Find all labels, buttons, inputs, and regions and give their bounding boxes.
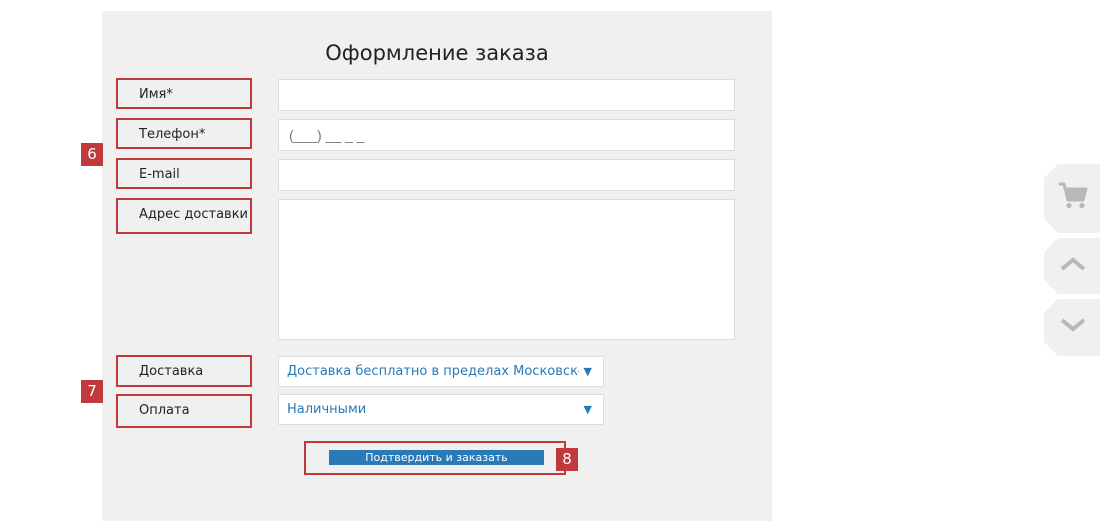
name-input[interactable]: [278, 79, 735, 111]
scroll-up-button[interactable]: [1044, 238, 1100, 294]
email-input[interactable]: [278, 159, 735, 191]
cart-button[interactable]: [1044, 164, 1100, 233]
phone-input[interactable]: [278, 119, 735, 151]
delivery-label: Доставка: [116, 355, 252, 387]
page-title: Оформление заказа: [325, 41, 549, 65]
name-label: Имя*: [116, 78, 252, 109]
email-label: E-mail: [116, 158, 252, 189]
address-textarea[interactable]: [278, 199, 735, 340]
dropdown-arrow-icon: ▼: [583, 365, 592, 378]
badge-6: 6: [81, 143, 103, 166]
delivery-select[interactable]: Доставка бесплатно в пределах Московской…: [278, 356, 604, 387]
phone-label: Телефон*: [116, 118, 252, 149]
payment-label: Оплата: [116, 394, 252, 428]
cart-icon: [1058, 182, 1088, 215]
dropdown-arrow-icon: ▼: [583, 403, 592, 416]
chevron-up-icon: [1060, 256, 1086, 277]
badge-7: 7: [81, 380, 103, 403]
chevron-down-icon: [1060, 317, 1086, 338]
address-label: Адрес доставки: [116, 198, 252, 234]
badge-8: 8: [556, 448, 578, 471]
delivery-select-value: Доставка бесплатно в пределах Московской…: [287, 364, 579, 379]
payment-select-value: Наличными: [287, 402, 367, 417]
confirm-order-button[interactable]: Подтвердить и заказать: [329, 450, 544, 465]
payment-select[interactable]: Наличными ▼: [278, 394, 604, 425]
scroll-down-button[interactable]: [1044, 299, 1100, 356]
